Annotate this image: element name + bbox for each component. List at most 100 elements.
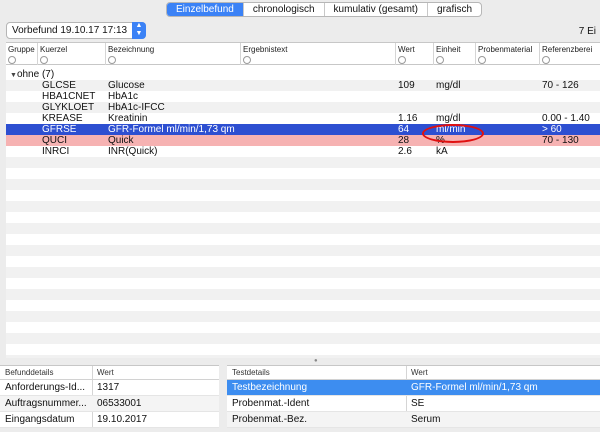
detail-label: Probenmat.-Ident (232, 398, 310, 409)
result-count: 7 Ei (578, 26, 596, 37)
filter-radio[interactable] (436, 56, 444, 64)
table-row[interactable]: GLYKLOET HbA1c-IFCC (6, 102, 600, 113)
table-row-selected[interactable]: GFRSE GFR-Formel ml/min/1,73 qm 64 ml/mi… (6, 124, 600, 135)
table-row-abnormal[interactable]: QUCI Quick 28 % 70 - 130 (6, 135, 600, 146)
empty-row (6, 322, 600, 333)
cell-referenz: > 60 (542, 124, 562, 135)
cell-bezeichnung: GFR-Formel ml/min/1,73 qm (108, 124, 235, 135)
cell-kuerzel: INRCI (42, 146, 70, 157)
cell-kuerzel: GFRSE (42, 124, 77, 135)
cell-wert: 1.16 (398, 113, 418, 124)
column-header-probenmaterial[interactable]: Probenmaterial (476, 43, 540, 65)
filter-radio[interactable] (108, 56, 116, 64)
table-row[interactable]: Anforderungs-Id... 1317 (0, 380, 219, 396)
table-row[interactable]: KREASE Kreatinin 1.16 mg/dl 0.00 - 1.40 (6, 113, 600, 124)
detail-value: SE (411, 398, 425, 409)
column-header-label: Einheit (436, 45, 461, 54)
tab-kumulativ[interactable]: kumulativ (gesamt) (325, 3, 429, 16)
table-row[interactable]: Probenmat.-Bez. Serum (227, 412, 600, 428)
cell-bezeichnung: HbA1c-IFCC (108, 102, 165, 113)
tab-einzelbefund[interactable]: Einzelbefund (167, 3, 244, 16)
results-table: Gruppe Kuerzel Bezeichnung Ergebnistext … (6, 42, 600, 358)
results-table-header: Gruppe Kuerzel Bezeichnung Ergebnistext … (6, 43, 600, 65)
detail-value: GFR-Formel ml/min/1,73 qm (411, 382, 538, 393)
empty-row (6, 245, 600, 256)
empty-row (6, 344, 600, 355)
column-header-label: Ergebnistext (243, 45, 288, 54)
column-header-bezeichnung[interactable]: Bezeichnung (106, 43, 241, 65)
results-rows: ▼ohne (7) GLCSE Glucose 109 mg/dl 70 - 1… (6, 69, 600, 358)
empty-row (6, 311, 600, 322)
cell-referenz: 70 - 130 (542, 135, 579, 146)
filter-radio[interactable] (40, 56, 48, 64)
cell-wert: 109 (398, 80, 415, 91)
group-label: ohne (7) (16, 69, 55, 80)
filter-radio[interactable] (243, 56, 251, 64)
befunddetails-header: Befunddetails Wert (0, 366, 219, 380)
cell-kuerzel: QUCI (42, 135, 67, 146)
cell-bezeichnung: INR(Quick) (108, 146, 158, 157)
cell-kuerzel: GLYKLOET (42, 102, 95, 113)
empty-row (6, 333, 600, 344)
column-header-referenzbereich[interactable]: Referenzberei (540, 43, 600, 65)
highlight-ellipse (422, 124, 484, 143)
group-row-ohne[interactable]: ▼ohne (7) (6, 69, 600, 80)
column-header-einheit[interactable]: Einheit (434, 43, 476, 65)
splitter-handle-icon[interactable]: ● (314, 358, 320, 364)
cell-wert: 64 (398, 124, 410, 135)
table-row[interactable]: Eingangsdatum 19.10.2017 (0, 412, 219, 428)
column-header-label: Wert (398, 45, 415, 54)
detail-value: 19.10.2017 (97, 414, 148, 425)
table-row[interactable]: GLCSE Glucose 109 mg/dl 70 - 126 (6, 80, 600, 91)
detail-label: Testbezeichnung (232, 382, 308, 393)
cell-einheit: mg/dl (436, 80, 461, 91)
vorbefund-select[interactable]: Vorbefund 19.10.17 17:13 ▲ ▼ (6, 22, 146, 39)
detail-label: Anforderungs-Id... (5, 382, 86, 393)
table-row[interactable]: INRCI INR(Quick) 2.6 kA (6, 146, 600, 157)
filter-radio[interactable] (8, 56, 16, 64)
cell-kuerzel: HBA1CNET (42, 91, 96, 102)
detail-value: Serum (411, 414, 441, 425)
cell-wert: 28 (398, 135, 410, 146)
empty-row (6, 179, 600, 190)
column-header-wert[interactable]: Wert (94, 366, 114, 380)
empty-row (6, 300, 600, 311)
testdetails-table: Testdetails Wert Testbezeichnung GFR-For… (227, 365, 600, 428)
cell-referenz: 70 - 126 (542, 80, 579, 91)
detail-value: 06533001 (97, 398, 142, 409)
cell-bezeichnung: Glucose (108, 80, 145, 91)
filter-radio[interactable] (398, 56, 406, 64)
column-header-gruppe[interactable]: Gruppe (6, 43, 38, 65)
disclosure-triangle-icon[interactable]: ▼ (10, 72, 17, 79)
table-row[interactable]: Probenmat.-Ident SE (227, 396, 600, 412)
befunddetails-table: Befunddetails Wert Anforderungs-Id... 13… (0, 365, 219, 428)
column-header-label: Bezeichnung (108, 45, 155, 54)
testdetails-header: Testdetails Wert (227, 366, 600, 380)
tab-chronologisch[interactable]: chronologisch (244, 3, 325, 16)
column-header-label: Gruppe (8, 45, 35, 54)
empty-row (6, 234, 600, 245)
empty-row (6, 355, 600, 358)
column-header-befunddetails[interactable]: Befunddetails (2, 366, 53, 380)
column-header-wert[interactable]: Wert (408, 366, 428, 380)
table-row[interactable]: HBA1CNET HbA1c (6, 91, 600, 102)
empty-row (6, 212, 600, 223)
cell-referenz: 0.00 - 1.40 (542, 113, 590, 124)
column-header-kuerzel[interactable]: Kuerzel (38, 43, 106, 65)
cell-kuerzel: KREASE (42, 113, 83, 124)
empty-row (6, 256, 600, 267)
table-row-selected[interactable]: Testbezeichnung GFR-Formel ml/min/1,73 q… (227, 380, 600, 396)
column-header-testdetails[interactable]: Testdetails (229, 366, 270, 380)
tab-grafisch[interactable]: grafisch (428, 3, 481, 16)
cell-bezeichnung: Kreatinin (108, 113, 148, 124)
filter-radio[interactable] (478, 56, 486, 64)
column-header-label: Kuerzel (40, 45, 68, 54)
detail-label: Auftragsnummer... (5, 398, 87, 409)
column-header-ergebnistext[interactable]: Ergebnistext (241, 43, 396, 65)
filter-radio[interactable] (542, 56, 550, 64)
column-header-wert[interactable]: Wert (396, 43, 434, 65)
table-row[interactable]: Auftragsnummer... 06533001 (0, 396, 219, 412)
detail-label: Eingangsdatum (5, 414, 75, 425)
empty-row (6, 289, 600, 300)
vorbefund-select-value: Vorbefund 19.10.17 17:13 (12, 25, 128, 36)
